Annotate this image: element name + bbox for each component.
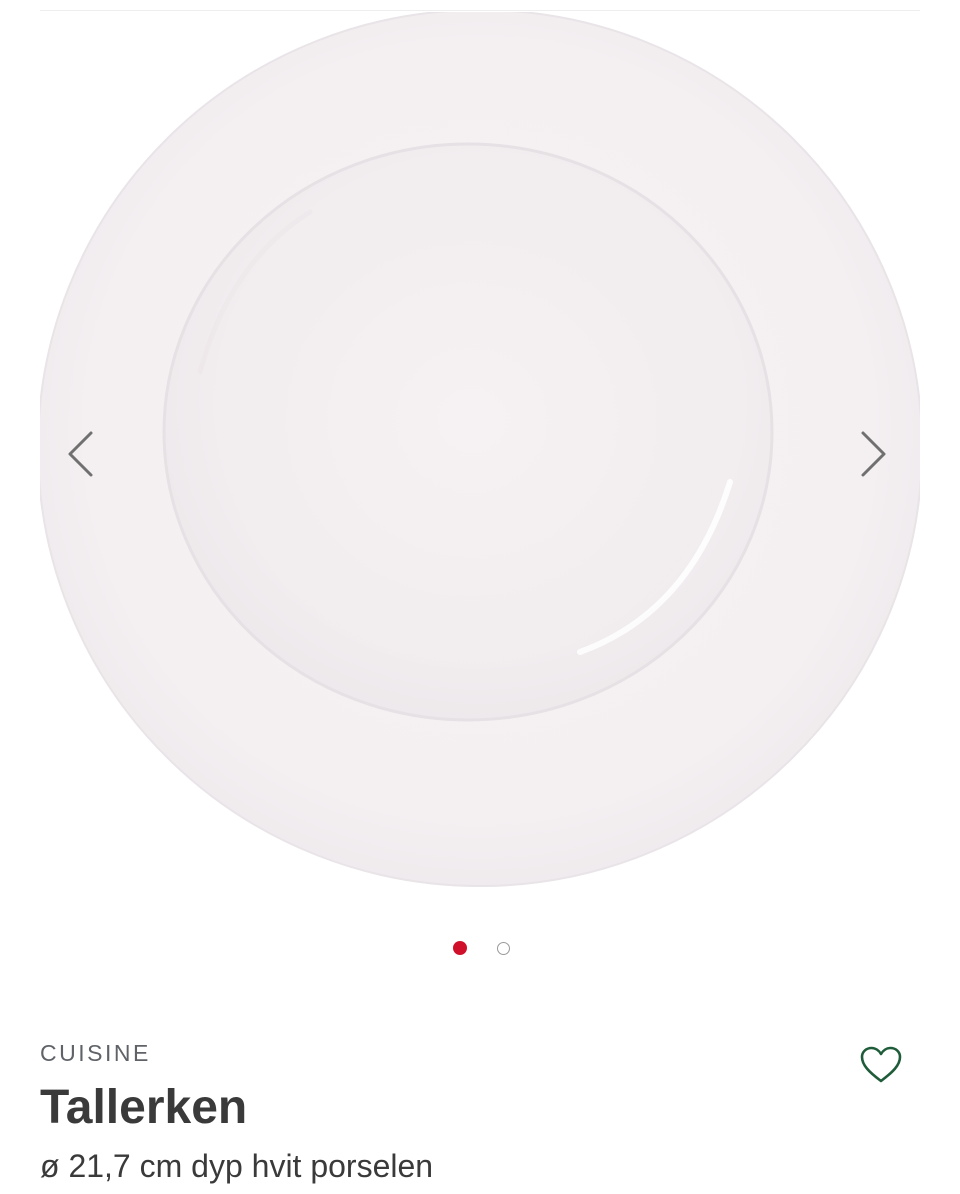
top-divider — [40, 10, 920, 11]
product-title: Tallerken — [40, 1081, 248, 1134]
heart-outline-icon — [860, 1046, 902, 1083]
product-page: CUISINE Tallerken ø 21,7 cm dyp hvit por… — [0, 0, 960, 1194]
product-subtitle: ø 21,7 cm dyp hvit porselen — [40, 1148, 434, 1184]
gallery-pagination — [0, 938, 960, 958]
pagination-dot-active[interactable] — [452, 941, 467, 955]
chevron-right-icon — [861, 431, 886, 477]
chevron-left-icon — [68, 431, 93, 477]
wishlist-button[interactable] — [856, 1042, 906, 1088]
plate-image — [40, 12, 920, 892]
gallery-prev-button[interactable] — [56, 426, 104, 482]
pagination-dot[interactable] — [496, 941, 510, 955]
product-brand: CUISINE — [40, 1040, 151, 1066]
gallery-next-button[interactable] — [850, 426, 898, 482]
product-image-gallery[interactable] — [40, 12, 920, 892]
